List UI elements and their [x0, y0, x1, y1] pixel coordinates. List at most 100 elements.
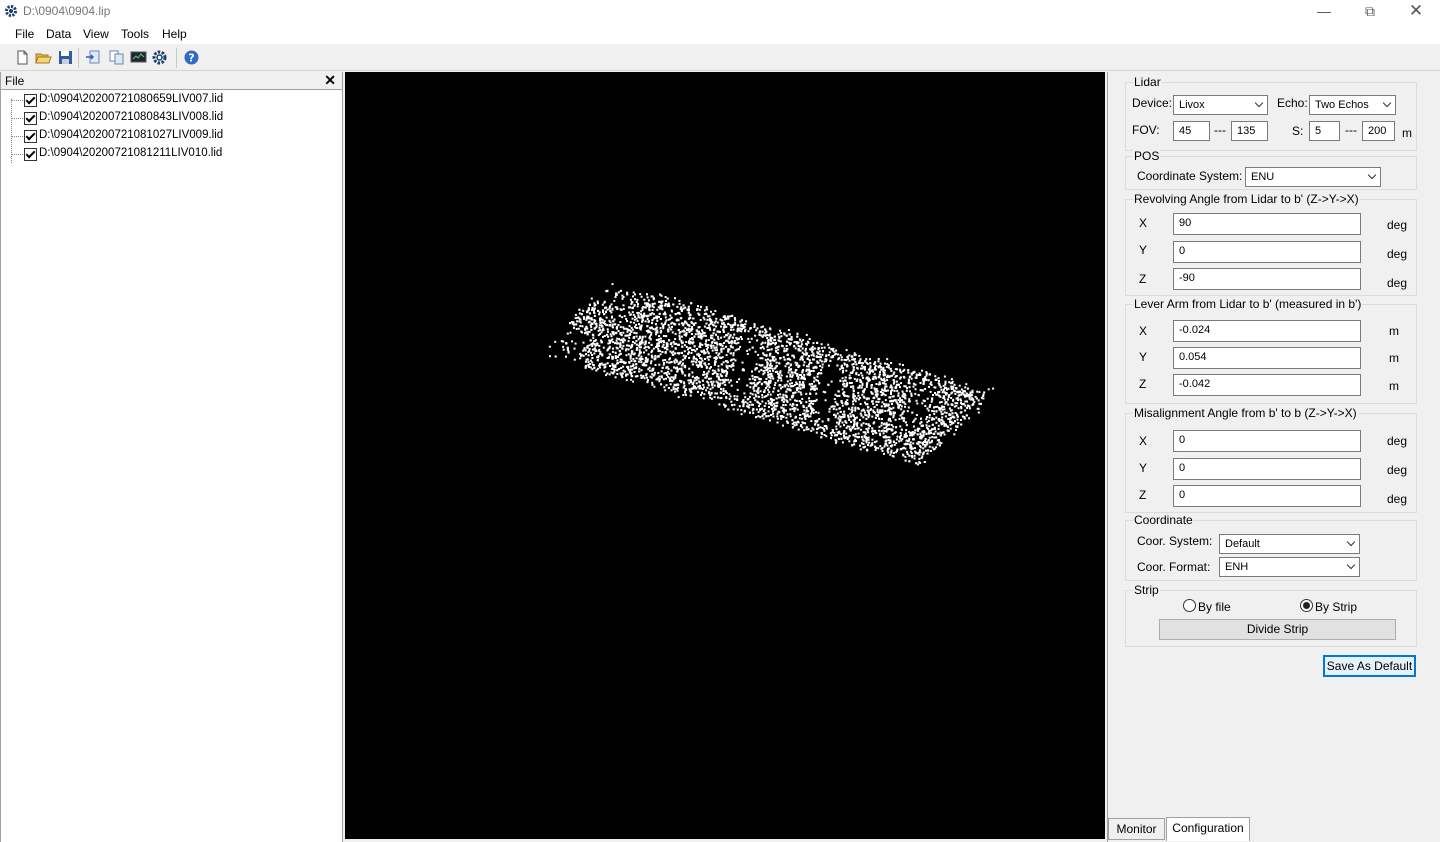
help-icon[interactable]: ? — [183, 49, 200, 66]
lever-arm-title: Lever Arm from Lidar to b' (measured in … — [1133, 297, 1363, 311]
revolving-angle-group: Revolving Angle from Lidar to b' (Z->Y->… — [1125, 192, 1417, 296]
z-label: Z — [1139, 488, 1147, 502]
file-name: D:\0904\20200721080659LIV007.lid — [39, 93, 224, 105]
point-cloud-viewport[interactable] — [345, 72, 1105, 839]
import-icon[interactable] — [85, 49, 102, 66]
close-panel-icon[interactable]: ✕ — [324, 72, 336, 89]
pos-group-title: POS — [1133, 149, 1161, 163]
misalign-z-input[interactable]: 0 — [1173, 485, 1361, 507]
s-unit: m — [1402, 126, 1412, 140]
settings-gear-icon[interactable] — [151, 49, 168, 66]
svg-text:?: ? — [188, 52, 194, 65]
m-unit: m — [1389, 379, 1399, 393]
file-checkbox[interactable] — [24, 148, 37, 161]
lever-y-input[interactable]: 0.054 — [1173, 347, 1361, 369]
menu-file[interactable]: File — [15, 27, 34, 41]
revolving-y-input[interactable]: 0 — [1173, 241, 1361, 263]
deg-unit: deg — [1387, 218, 1408, 232]
echo-label: Echo: — [1277, 96, 1308, 110]
x-label: X — [1139, 216, 1148, 230]
coordinate-system-select[interactable]: ENU — [1245, 167, 1381, 187]
coor-system-value: Default — [1225, 538, 1260, 550]
device-value: Livox — [1179, 99, 1205, 111]
title-bar: D:\0904\0904.lip — ⧉ ✕ — [0, 0, 1440, 23]
menu-view[interactable]: View — [83, 27, 109, 41]
app-gear-icon — [5, 5, 17, 17]
file-name: D:\0904\20200721080843LIV008.lid — [39, 111, 224, 123]
file-checkbox[interactable] — [24, 94, 37, 107]
deg-unit: deg — [1387, 463, 1408, 477]
misalignment-angle-title: Misalignment Angle from b' to b (Z->Y->X… — [1133, 406, 1358, 420]
chevron-down-icon — [1254, 98, 1264, 108]
minimize-button[interactable]: — — [1301, 0, 1347, 23]
save-icon[interactable] — [57, 49, 74, 66]
close-window-button[interactable]: ✕ — [1393, 0, 1439, 23]
save-as-default-button[interactable]: Save As Default — [1323, 655, 1416, 677]
strip-group: Strip By file By Strip Divide Strip — [1125, 583, 1417, 647]
restore-button[interactable]: ⧉ — [1347, 0, 1393, 23]
revolving-angle-title: Revolving Angle from Lidar to b' (Z->Y->… — [1133, 192, 1360, 206]
fov-separator: --- — [1214, 123, 1226, 137]
s-min-input[interactable]: 5 — [1309, 121, 1340, 141]
menu-help[interactable]: Help — [162, 27, 187, 41]
lever-x-input[interactable]: -0.024 — [1173, 320, 1361, 342]
menu-data[interactable]: Data — [46, 27, 71, 41]
by-strip-label[interactable]: By Strip — [1315, 600, 1357, 614]
open-folder-icon[interactable] — [35, 49, 52, 66]
lidar-group-title: Lidar — [1133, 75, 1162, 89]
file-panel-title: File — [5, 74, 25, 88]
fov-max-input[interactable]: 135 — [1231, 121, 1268, 141]
revolving-z-input[interactable]: -90 — [1173, 268, 1361, 290]
copy-icon[interactable] — [108, 49, 125, 66]
fov-min-input[interactable]: 45 — [1173, 121, 1210, 141]
coordinate-system-value: ENU — [1251, 171, 1275, 183]
coordinate-group-title: Coordinate — [1133, 513, 1194, 527]
y-label: Y — [1139, 461, 1148, 475]
toolbar-separator — [78, 48, 79, 68]
monitor-icon[interactable] — [130, 49, 147, 66]
toolbar: ? — [0, 45, 1440, 71]
m-unit: m — [1389, 324, 1399, 338]
pos-group: POS Coordinate System: ENU — [1125, 149, 1417, 190]
device-select[interactable]: Livox — [1173, 95, 1268, 115]
x-label: X — [1139, 324, 1148, 338]
menu-tools[interactable]: Tools — [121, 27, 149, 41]
s-separator: --- — [1345, 123, 1357, 137]
coor-format-select[interactable]: ENH — [1219, 557, 1360, 577]
strip-group-title: Strip — [1133, 583, 1160, 597]
coor-format-label: Coor. Format: — [1137, 560, 1211, 574]
toolbar-separator — [176, 48, 177, 68]
m-unit: m — [1389, 351, 1399, 365]
by-file-radio[interactable] — [1183, 599, 1196, 612]
lever-arm-group: Lever Arm from Lidar to b' (measured in … — [1125, 297, 1417, 404]
s-label: S: — [1292, 124, 1304, 138]
coor-system-select[interactable]: Default — [1219, 534, 1360, 554]
chevron-down-icon — [1346, 560, 1356, 570]
configuration-panel: Lidar Device: Livox Echo: Two Echos FOV:… — [1107, 72, 1440, 842]
coor-system-label: Coor. System: — [1137, 534, 1213, 548]
revolving-x-input[interactable]: 90 — [1173, 213, 1361, 235]
z-label: Z — [1139, 272, 1147, 286]
misalign-x-input[interactable]: 0 — [1173, 430, 1361, 452]
deg-unit: deg — [1387, 276, 1408, 290]
s-max-input[interactable]: 200 — [1362, 121, 1395, 141]
lever-z-input[interactable]: -0.042 — [1173, 374, 1361, 396]
divide-strip-button[interactable]: Divide Strip — [1159, 619, 1396, 640]
file-checkbox[interactable] — [24, 112, 37, 125]
window-title: D:\0904\0904.lip — [23, 4, 111, 18]
file-name: D:\0904\20200721081027LIV009.lid — [39, 129, 224, 141]
file-checkbox[interactable] — [24, 130, 37, 143]
lidar-group: Lidar Device: Livox Echo: Two Echos FOV:… — [1125, 75, 1417, 151]
menu-bar: File Data View Tools Help — [0, 23, 1440, 44]
by-strip-radio[interactable] — [1300, 599, 1313, 612]
tab-monitor[interactable]: Monitor — [1108, 818, 1165, 840]
new-file-icon[interactable] — [14, 49, 31, 66]
echo-select[interactable]: Two Echos — [1309, 95, 1396, 115]
by-file-label[interactable]: By file — [1198, 600, 1231, 614]
x-label: X — [1139, 434, 1148, 448]
misalign-y-input[interactable]: 0 — [1173, 458, 1361, 480]
file-name: D:\0904\20200721081211LIV010.lid — [39, 147, 223, 159]
z-label: Z — [1139, 377, 1147, 391]
tab-configuration[interactable]: Configuration — [1166, 817, 1250, 841]
fov-label: FOV: — [1132, 123, 1160, 137]
